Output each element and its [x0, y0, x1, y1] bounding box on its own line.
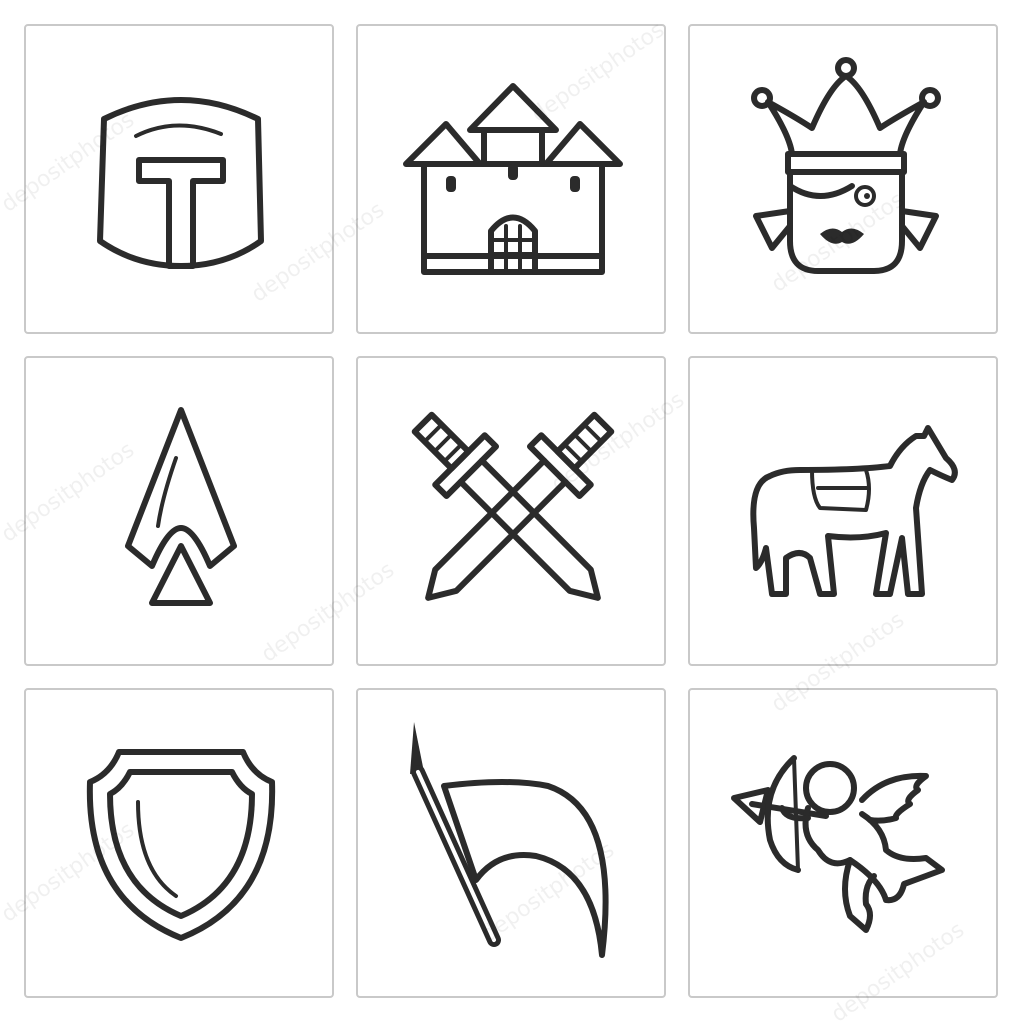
tile-castle — [356, 24, 666, 334]
castle-icon — [403, 83, 623, 275]
tile-shield — [24, 688, 334, 998]
tile-horse — [688, 356, 998, 666]
crossed-swords-icon — [411, 411, 615, 601]
jester-queen-icon — [751, 57, 941, 274]
tile-knight-helmet — [24, 24, 334, 334]
horse-icon — [750, 425, 958, 597]
cupid-icon — [731, 755, 945, 933]
banner-flag-icon — [410, 722, 609, 958]
tile-cupid — [688, 688, 998, 998]
tile-spearhead — [24, 356, 334, 666]
knight-helmet-icon — [97, 97, 264, 269]
tile-crossed-swords — [356, 356, 666, 666]
tile-banner-flag — [356, 688, 666, 998]
shield-icon — [86, 749, 276, 941]
spearhead-icon — [125, 407, 237, 606]
tile-jester-queen — [688, 24, 998, 334]
